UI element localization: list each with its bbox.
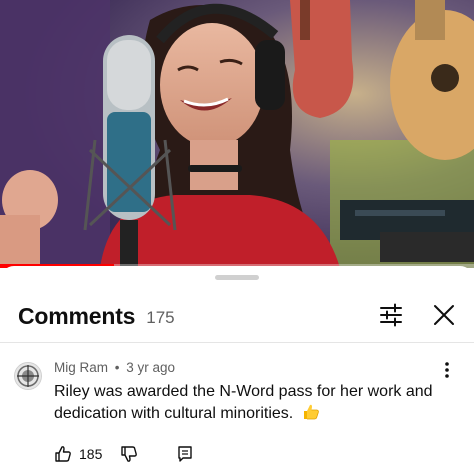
sort-filter-button[interactable] (378, 302, 404, 328)
avatar[interactable] (14, 362, 42, 390)
comment-more-button[interactable] (440, 360, 454, 380)
comments-panel: Comments 175 Mig Ram • 3 yr ago Riley wa… (0, 266, 474, 474)
comment-text-block: Riley was awarded the N-Word pass for he… (54, 381, 444, 425)
comments-count: 175 (146, 307, 175, 327)
compass-avatar-icon (15, 363, 41, 389)
reply-button[interactable] (176, 445, 194, 463)
close-icon (434, 305, 454, 325)
sliders-icon (380, 303, 402, 327)
reply-icon (178, 446, 193, 462)
comments-title: Comments (18, 302, 136, 329)
comment-author[interactable]: Mig Ram (54, 360, 108, 375)
comment-meta: Mig Ram • 3 yr ago (54, 360, 175, 375)
comment-time: 3 yr ago (126, 360, 176, 375)
dislike-button[interactable] (120, 445, 138, 463)
close-button[interactable] (431, 302, 457, 328)
meta-separator: • (114, 360, 120, 375)
comment-text: Riley was awarded the N-Word pass for he… (54, 383, 433, 422)
header-divider (0, 342, 474, 343)
like-button[interactable] (54, 445, 72, 463)
more-vert-icon (445, 362, 449, 378)
video-player[interactable] (0, 0, 474, 268)
thumbs-up-icon (55, 446, 71, 462)
video-frame-scene (0, 0, 474, 268)
drag-handle[interactable] (215, 275, 259, 280)
thumbs-up-emoji (302, 403, 320, 421)
comment-actions: 185 (54, 442, 194, 466)
thumbs-down-icon (121, 446, 138, 462)
like-count: 185 (79, 446, 103, 462)
